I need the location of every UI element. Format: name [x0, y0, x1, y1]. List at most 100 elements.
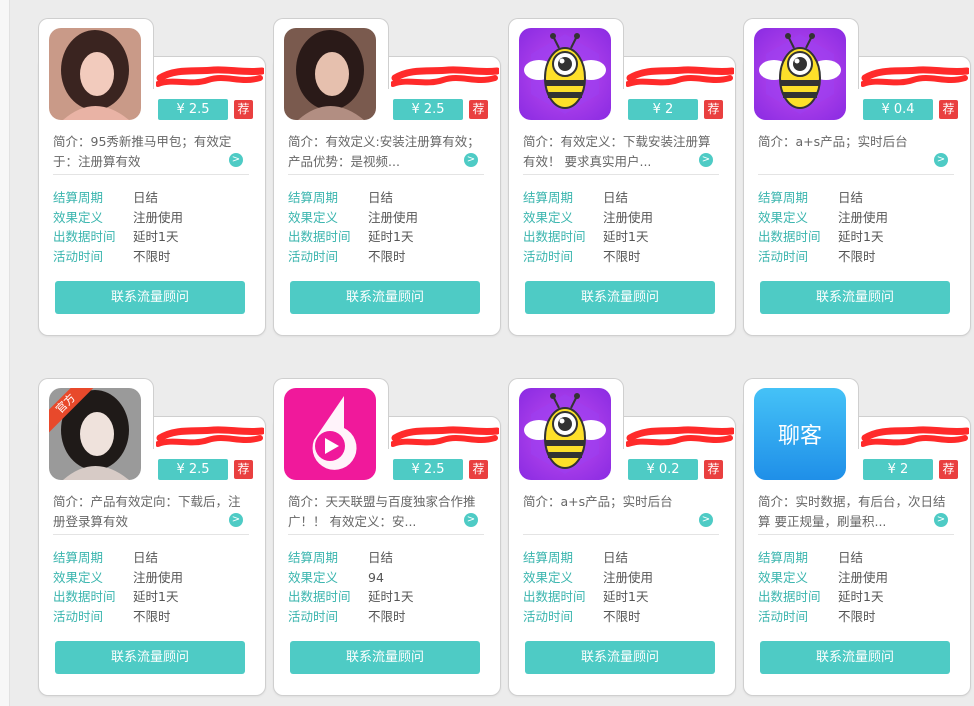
detail-row: 结算周期 日结: [53, 548, 183, 568]
card-description: 简介：a+s产品；实时后台: [758, 134, 908, 149]
detail-value: 延时1天: [133, 229, 179, 244]
detail-row: 活动时间 不限时: [758, 607, 888, 627]
chevron-right-icon[interactable]: >: [464, 513, 478, 527]
detail-label: 出数据时间: [758, 589, 821, 604]
detail-value: 日结: [603, 190, 629, 205]
divider: [523, 534, 719, 535]
detail-rows: 结算周期 日结 效果定义 94 出数据时间 延时1天 活动时间 不限时: [288, 548, 413, 626]
chevron-right-icon[interactable]: >: [934, 153, 948, 167]
chevron-right-icon[interactable]: >: [699, 513, 713, 527]
detail-label: 结算周期: [523, 550, 574, 565]
card-description: 简介：有效定义：下载安装注册算有效！ 要求真实用户...: [523, 134, 711, 169]
detail-value: 日结: [133, 550, 159, 565]
detail-label: 效果定义: [53, 569, 104, 585]
price-badge: ¥ 2.5: [393, 99, 463, 120]
bee-app-icon[interactable]: [519, 28, 611, 120]
detail-row: 出数据时间 延时1天: [758, 587, 888, 607]
detail-label: 效果定义: [288, 209, 339, 225]
woman-photo-3[interactable]: 官方: [49, 388, 141, 480]
contact-advisor-button[interactable]: 联系流量顾问: [760, 641, 950, 674]
card-description: 简介：a+s产品；实时后台: [523, 494, 673, 509]
detail-label: 活动时间: [758, 248, 809, 264]
price-badge: ¥ 0.4: [863, 99, 933, 120]
detail-row: 效果定义 94: [288, 568, 413, 588]
recommend-badge: 荐: [939, 100, 958, 119]
detail-row: 结算周期 日结: [53, 188, 183, 208]
redacted-title: [155, 424, 266, 450]
detail-value: 注册使用: [133, 209, 184, 225]
recommend-badge: 荐: [469, 100, 488, 119]
detail-label: 效果定义: [523, 569, 574, 585]
detail-rows: 结算周期 日结 效果定义 注册使用 出数据时间 延时1天 活动时间 不限时: [288, 188, 418, 266]
detail-label: 出数据时间: [523, 589, 586, 604]
card-description: 简介：有效定义:安装注册算有效；产品优势：是视频...: [288, 134, 480, 169]
detail-row: 活动时间 不限时: [288, 607, 413, 627]
contact-advisor-button[interactable]: 联系流量顾问: [290, 641, 480, 674]
detail-rows: 结算周期 日结 效果定义 注册使用 出数据时间 延时1天 活动时间 不限时: [53, 548, 183, 626]
detail-row: 效果定义 注册使用: [523, 568, 653, 588]
detail-row: 活动时间 不限时: [523, 247, 653, 267]
left-panel-edge: [0, 0, 10, 706]
detail-value: 不限时: [133, 608, 171, 624]
detail-value: 不限时: [838, 608, 876, 624]
detail-value: 日结: [368, 190, 394, 205]
detail-row: 效果定义 注册使用: [758, 568, 888, 588]
recommend-badge: 荐: [704, 100, 723, 119]
detail-label: 活动时间: [523, 248, 574, 264]
contact-advisor-button[interactable]: 联系流量顾问: [55, 281, 245, 314]
detail-row: 结算周期 日结: [523, 548, 653, 568]
detail-value: 注册使用: [133, 569, 184, 585]
chevron-right-icon[interactable]: >: [229, 153, 243, 167]
detail-value: 延时1天: [838, 229, 884, 244]
price-badge: ¥ 0.2: [628, 459, 698, 480]
detail-label: 效果定义: [53, 209, 104, 225]
price-badge: ¥ 2: [628, 99, 698, 120]
detail-row: 出数据时间 延时1天: [288, 587, 413, 607]
bee-app-icon[interactable]: [519, 388, 611, 480]
chevron-right-icon[interactable]: >: [934, 513, 948, 527]
contact-advisor-button[interactable]: 联系流量顾问: [290, 281, 480, 314]
redacted-title: [625, 424, 736, 450]
card-description: 简介：95秀新推马甲包；有效定于：注册算有效: [53, 134, 232, 169]
detail-label: 活动时间: [288, 608, 339, 624]
woman-photo-1[interactable]: [49, 28, 141, 120]
contact-advisor-button[interactable]: 联系流量顾问: [760, 281, 950, 314]
video-app-icon[interactable]: [284, 388, 376, 480]
contact-advisor-button[interactable]: 联系流量顾问: [525, 281, 715, 314]
detail-label: 出数据时间: [288, 229, 351, 244]
recommend-badge: 荐: [234, 460, 253, 479]
detail-label: 效果定义: [758, 209, 809, 225]
woman-photo-2[interactable]: [284, 28, 376, 120]
detail-label: 出数据时间: [288, 589, 351, 604]
detail-row: 出数据时间 延时1天: [288, 227, 418, 247]
detail-label: 结算周期: [53, 550, 104, 565]
chevron-right-icon[interactable]: >: [229, 513, 243, 527]
detail-value: 延时1天: [133, 589, 179, 604]
detail-row: 效果定义 注册使用: [758, 208, 888, 228]
bee-app-icon[interactable]: [754, 28, 846, 120]
contact-advisor-button[interactable]: 联系流量顾问: [55, 641, 245, 674]
chat-app-icon-text: 聊客: [777, 424, 822, 449]
divider: [758, 174, 954, 175]
contact-advisor-button[interactable]: 联系流量顾问: [525, 641, 715, 674]
redacted-title: [860, 64, 971, 90]
detail-row: 活动时间 不限时: [523, 607, 653, 627]
chevron-right-icon[interactable]: >: [699, 153, 713, 167]
detail-value: 不限时: [603, 608, 641, 624]
chat-app-icon[interactable]: 聊客: [754, 388, 846, 480]
chevron-right-icon[interactable]: >: [464, 153, 478, 167]
detail-value: 延时1天: [603, 589, 649, 604]
detail-value: 日结: [368, 550, 394, 565]
divider: [53, 174, 249, 175]
divider: [53, 534, 249, 535]
detail-row: 效果定义 注册使用: [523, 208, 653, 228]
detail-row: 效果定义 注册使用: [288, 208, 418, 228]
detail-value: 注册使用: [838, 209, 889, 225]
detail-value: 日结: [603, 550, 629, 565]
price-badge: ¥ 2: [863, 459, 933, 480]
detail-label: 活动时间: [758, 608, 809, 624]
card-description: 简介：实时数据，有后台，次日结算 要正规量，刷量积...: [758, 494, 946, 529]
detail-value: 注册使用: [603, 209, 654, 225]
redacted-title: [390, 424, 501, 450]
detail-row: 活动时间 不限时: [288, 247, 418, 267]
